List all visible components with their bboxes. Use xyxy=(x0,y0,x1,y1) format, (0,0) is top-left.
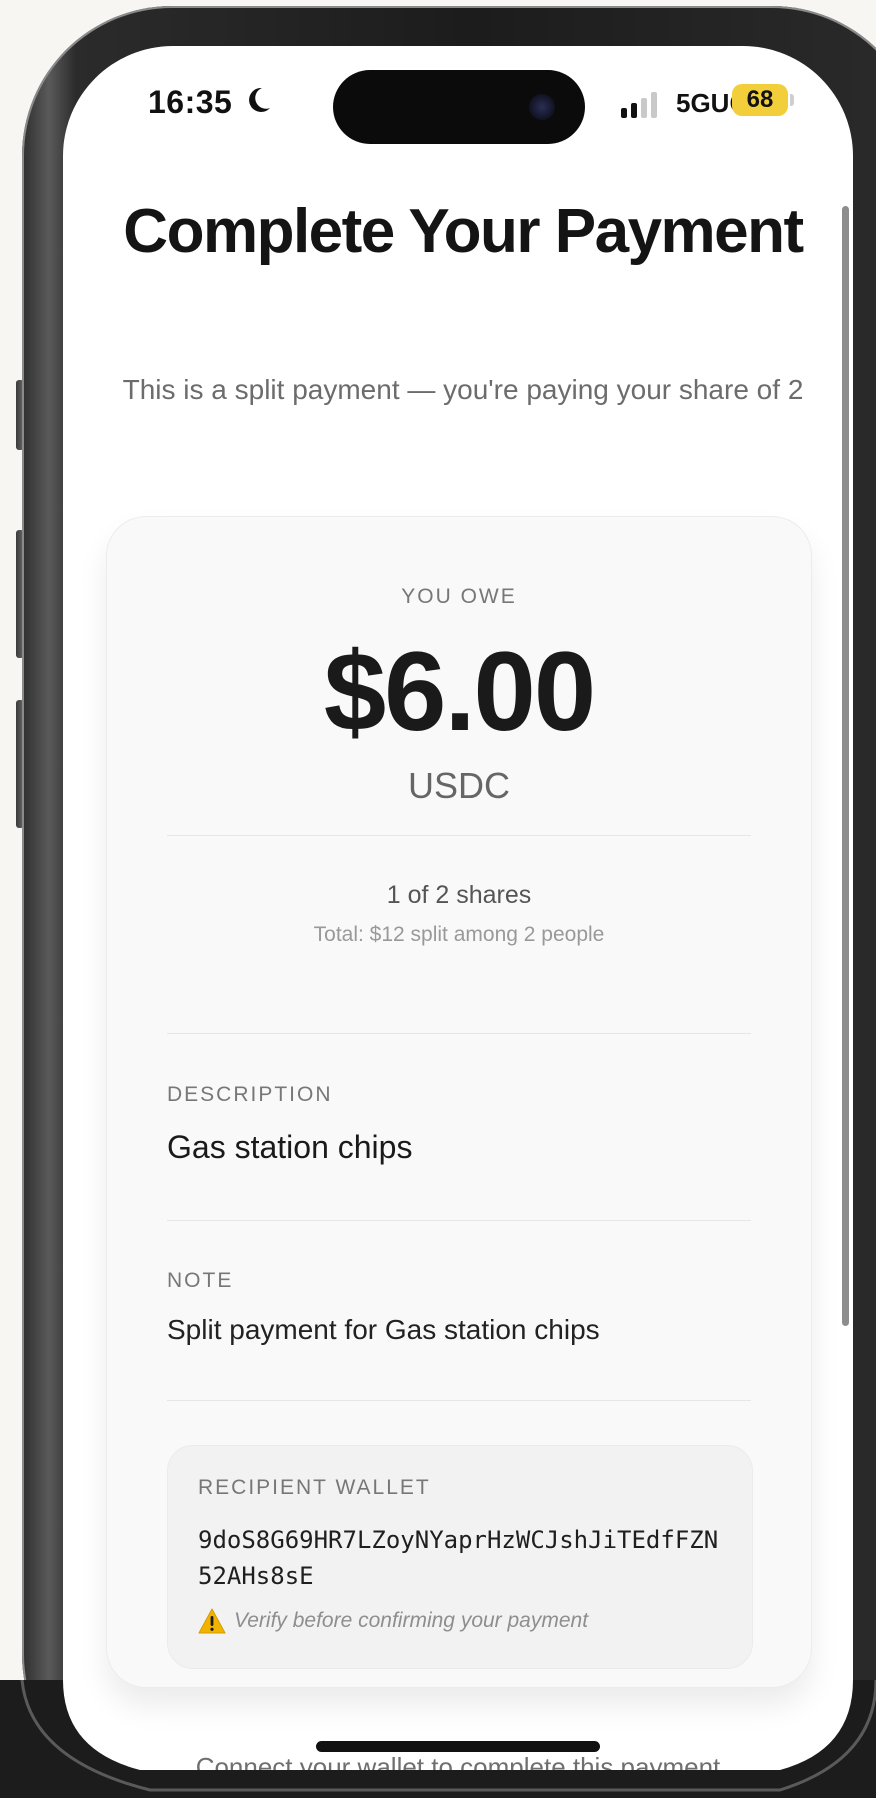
home-indicator[interactable] xyxy=(316,1741,600,1752)
currency-label: USDC xyxy=(407,765,510,806)
warning-icon xyxy=(198,1608,226,1634)
dynamic-island xyxy=(333,70,585,144)
battery-nub xyxy=(790,94,794,106)
moon-icon xyxy=(249,87,270,112)
status-time: 16:35 xyxy=(148,84,233,120)
wallet-warning-text: Verify before confirming your payment xyxy=(234,1609,589,1632)
divider xyxy=(167,835,751,836)
battery-indicator: 68 xyxy=(732,84,788,116)
divider xyxy=(167,1033,751,1034)
divider xyxy=(167,1220,751,1221)
payment-card: YOU OWE $6.00 USDC 1 of 2 shares Total: … xyxy=(106,516,812,1688)
wallet-address[interactable]: 9doS8G69HR7LZoyNYaprHzWCJshJiTEdfFZN52AH… xyxy=(198,1522,728,1594)
divider xyxy=(167,1400,751,1401)
wallet-warning: Verify before confirming your payment xyxy=(198,1608,588,1634)
page-title: Complete Your Payment xyxy=(123,197,804,266)
shares-total: Total: $12 split among 2 people xyxy=(313,923,605,946)
shares-count: 1 of 2 shares xyxy=(386,881,532,909)
connect-wallet-hint: Connect your wallet to complete this pay… xyxy=(195,1752,721,1782)
front-camera xyxy=(529,94,555,120)
description-label: DESCRIPTION xyxy=(167,1083,333,1106)
description-value: Gas station chips xyxy=(167,1129,413,1165)
amount-due: $6.00 xyxy=(323,629,596,754)
cellular-signal-icon xyxy=(621,92,657,118)
scrollbar[interactable] xyxy=(842,206,849,1326)
note-value: Split payment for Gas station chips xyxy=(167,1314,600,1345)
note-label: NOTE xyxy=(167,1269,234,1292)
wallet-label: RECIPIENT WALLET xyxy=(198,1476,431,1499)
device-stage: 16:35 5GUC 68 Complete Your Payment This… xyxy=(0,0,876,1798)
amount-label: YOU OWE xyxy=(401,585,517,608)
phone-screen: 16:35 5GUC 68 Complete Your Payment This… xyxy=(63,46,853,1798)
page-subtitle: This is a split payment — you're paying … xyxy=(122,374,804,405)
recipient-wallet-box: RECIPIENT WALLET 9doS8G69HR7LZoyNYaprHzW… xyxy=(167,1445,753,1669)
